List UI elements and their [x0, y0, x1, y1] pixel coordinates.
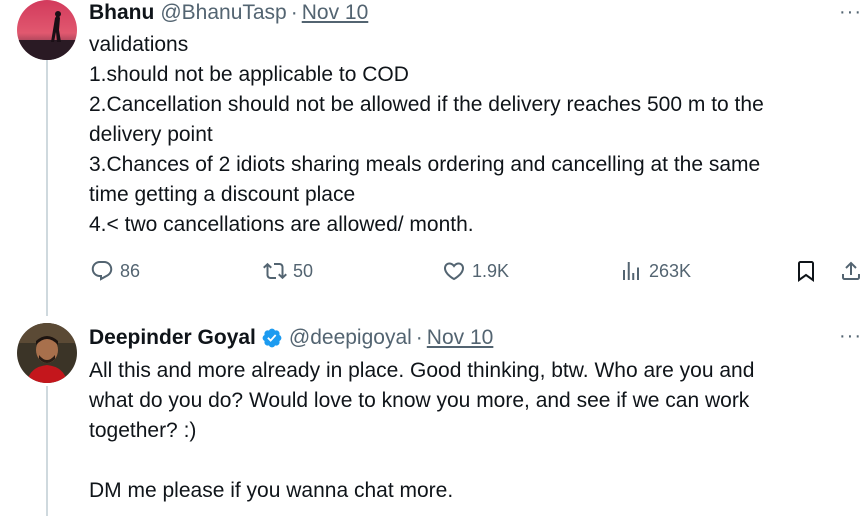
tweet-line: time getting a discount place — [89, 183, 356, 206]
more-options-icon[interactable]: ··· — [839, 326, 862, 346]
reply-count: 86 — [120, 260, 141, 281]
tweet2-text: All this and more already in place. Good… — [89, 356, 859, 506]
retweet-count: 50 — [293, 260, 314, 281]
tweet-line: 2.Cancellation should not be allowed if … — [89, 93, 764, 116]
display-name[interactable]: Bhanu — [89, 1, 154, 25]
thread-line — [46, 58, 48, 316]
thread-line — [46, 386, 48, 516]
tweet-line: delivery point — [89, 123, 213, 146]
tweet-line — [89, 446, 859, 476]
handle[interactable]: @BhanuTasp — [160, 1, 286, 25]
tweet-date[interactable]: Nov 10 — [302, 1, 369, 25]
tweet-line: what do you do? Would love to know you m… — [89, 389, 750, 412]
separator-dot: · — [415, 326, 423, 349]
tweet-line: validations — [89, 33, 189, 56]
reply-icon — [91, 261, 113, 281]
tweet-line: 4.< two cancellations are allowed/ month… — [89, 213, 474, 236]
tweet-date[interactable]: Nov 10 — [427, 326, 494, 350]
retweet-icon — [263, 262, 287, 280]
tweet-line: together? :) — [89, 419, 197, 442]
view-count: 263K — [649, 260, 692, 281]
verified-badge-icon — [261, 327, 283, 349]
tweet-line: 3.Chances of 2 idiots sharing meals orde… — [89, 153, 761, 176]
tweet1-header: Bhanu @BhanuTasp · Nov 10 — [89, 0, 368, 27]
avatar-deepinder[interactable] — [17, 323, 77, 383]
like-count: 1.9K — [472, 260, 510, 281]
tweet1-text: validations 1.should not be applicable t… — [89, 30, 859, 240]
bookmark-button[interactable] — [794, 259, 818, 283]
bookmark-icon — [798, 261, 814, 282]
more-options-icon[interactable]: ··· — [839, 2, 862, 22]
reply-button[interactable]: 86 — [90, 259, 140, 283]
tweet-line: 1.should not be applicable to COD — [89, 63, 409, 86]
views-button[interactable]: 263K — [619, 259, 691, 283]
share-icon — [842, 261, 860, 280]
avatar-bhanu[interactable] — [17, 0, 77, 60]
like-button[interactable]: 1.9K — [442, 259, 509, 283]
tweet1-actions: 86 50 1.9K 263K — [89, 259, 866, 287]
separator-dot: · — [290, 1, 298, 24]
like-icon — [443, 262, 465, 281]
display-name[interactable]: Deepinder Goyal — [89, 326, 256, 350]
tweet-line: All this and more already in place. Good… — [89, 359, 755, 382]
share-button[interactable] — [839, 259, 863, 283]
handle[interactable]: @deepigoyal — [289, 326, 412, 350]
views-icon — [623, 262, 639, 280]
retweet-button[interactable]: 50 — [263, 259, 313, 283]
tweet2-header: Deepinder Goyal @deepigoyal · Nov 10 — [89, 324, 493, 352]
tweet-line: DM me please if you wanna chat more. — [89, 479, 454, 502]
